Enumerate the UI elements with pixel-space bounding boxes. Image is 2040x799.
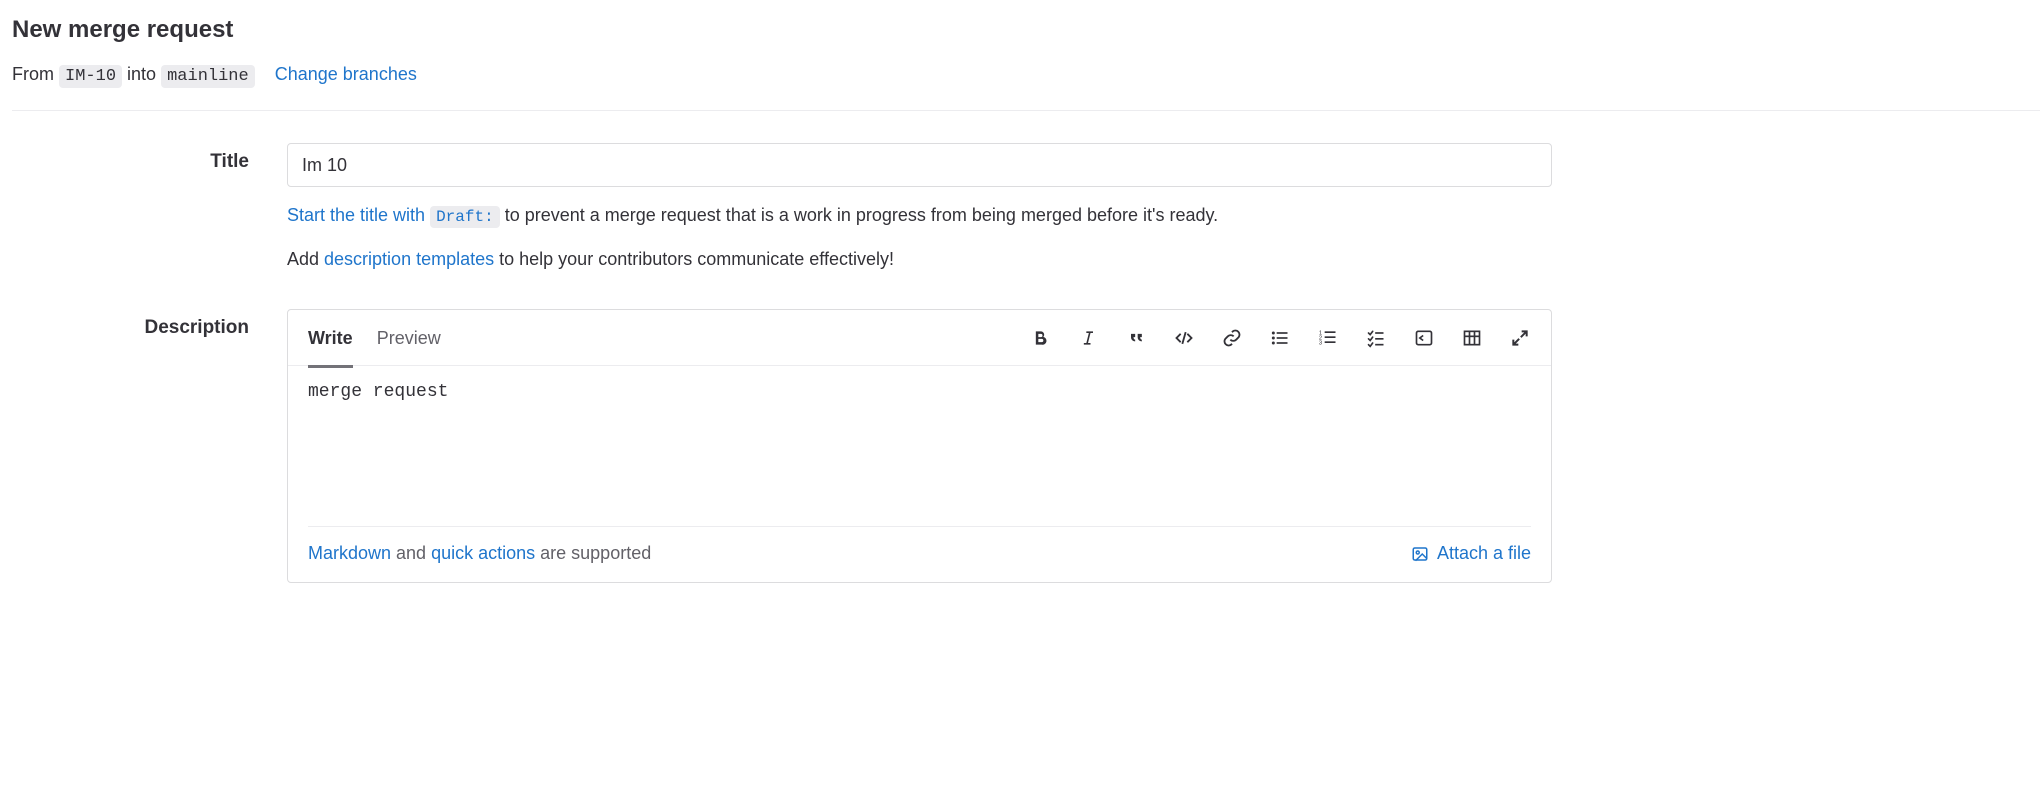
quick-actions-link[interactable]: quick actions [431,543,535,563]
tab-write[interactable]: Write [308,312,353,368]
numbered-list-icon[interactable]: 123 [1317,327,1339,349]
attach-file-button[interactable]: Attach a file [1411,543,1531,564]
branch-info: From IM-10 into mainline Change branches [12,64,2040,111]
draft-prefix-link[interactable]: Start the title with Draft: [287,205,505,225]
task-list-icon[interactable] [1365,327,1387,349]
template-hint: Add description templates to help your c… [287,245,1552,274]
link-icon[interactable] [1221,327,1243,349]
page-title: New merge request [12,16,2040,44]
outdent-icon[interactable] [1413,327,1435,349]
title-input[interactable] [287,143,1552,187]
quote-icon[interactable] [1125,327,1147,349]
description-templates-link[interactable]: description templates [324,249,494,269]
from-label: From [12,64,54,84]
tab-preview[interactable]: Preview [377,312,441,368]
editor-footer: Markdown and quick actions are supported… [308,526,1531,582]
table-icon[interactable] [1461,327,1483,349]
markdown-link[interactable]: Markdown [308,543,391,563]
svg-text:3: 3 [1319,341,1322,347]
title-label: Title [12,143,287,173]
target-branch-chip: mainline [161,65,255,88]
bold-icon[interactable] [1029,327,1051,349]
fullscreen-icon[interactable] [1509,327,1531,349]
draft-hint-suffix: to prevent a merge request that is a wor… [505,205,1218,225]
attach-file-label: Attach a file [1437,543,1531,564]
code-icon[interactable] [1173,327,1195,349]
bullet-list-icon[interactable] [1269,327,1291,349]
draft-hint: Start the title with Draft: to prevent a… [287,201,1552,231]
description-editor: Write Preview [287,309,1552,583]
editor-toolbar: 123 [1029,327,1531,349]
editor-tab-bar: Write Preview [288,310,1551,366]
image-icon [1411,545,1429,563]
description-label: Description [12,309,287,339]
change-branches-link[interactable]: Change branches [275,64,417,84]
into-label: into [127,64,156,84]
description-textarea[interactable]: merge request [288,366,1551,526]
italic-icon[interactable] [1077,327,1099,349]
draft-chip: Draft: [430,206,500,228]
source-branch-chip: IM-10 [59,65,122,88]
